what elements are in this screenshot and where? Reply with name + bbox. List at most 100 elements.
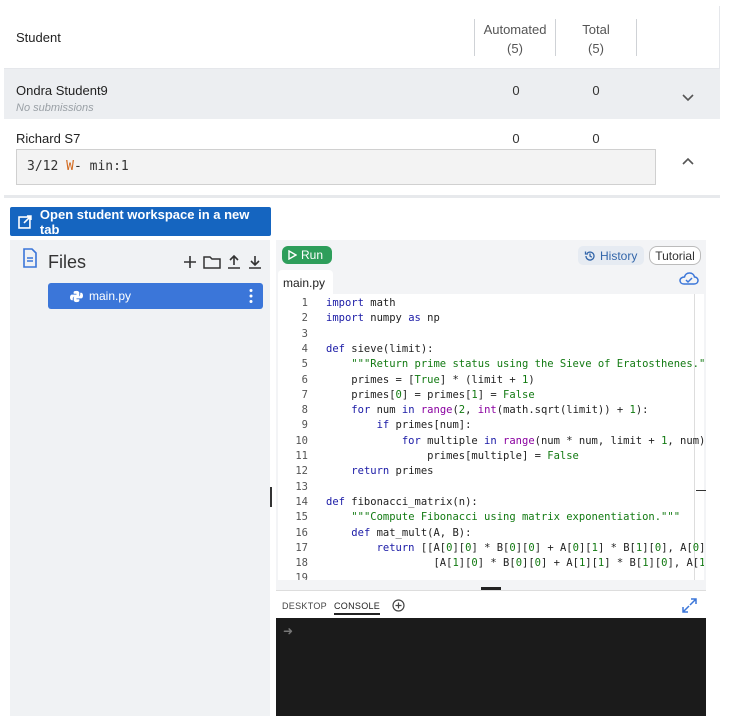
line-number: 7: [301, 388, 308, 401]
column-header-total[interactable]: Total (5): [556, 20, 636, 58]
line-number: 4: [301, 342, 308, 355]
student-name: Richard S7: [16, 131, 81, 146]
line-number: 1: [301, 297, 308, 309]
table-row[interactable]: Richard S7 0 0 3/12 W- min:1: [4, 119, 720, 198]
line-number: 14: [295, 495, 308, 508]
open-workspace-label: Open student workspace in a new tab: [39, 206, 250, 237]
history-label: History: [600, 248, 638, 263]
line-text: for multiple in range(num * num, limit +…: [401, 434, 704, 447]
panel-resize-handle[interactable]: [270, 487, 272, 507]
run-button[interactable]: Run: [282, 246, 332, 264]
summary-rest: - min:1: [73, 159, 129, 174]
line-text: return [[A[0][0] * B[0][0] + A[0][1] * B…: [376, 541, 704, 554]
code-line[interactable]: 14 def fibonacci_matrix(n):: [278, 495, 478, 510]
automated-label: Automated: [483, 22, 547, 37]
cloud-sync-icon[interactable]: [679, 271, 699, 287]
total-label: Total: [582, 22, 610, 37]
total-score: 0: [592, 83, 600, 98]
column-header-student[interactable]: Student: [16, 30, 61, 45]
automated-score: 0: [512, 83, 520, 98]
line-text: if primes[num]:: [376, 419, 472, 432]
code-line[interactable]: 19: [278, 571, 326, 580]
line-number: 19: [295, 572, 308, 580]
add-tab-icon[interactable]: [392, 599, 405, 612]
line-text: return primes: [351, 465, 434, 478]
code-line[interactable]: 2 import numpy as np: [278, 311, 440, 326]
automated-count: (5): [507, 41, 523, 56]
more-options-icon[interactable]: [249, 288, 253, 304]
editor-area: Run History Tutorial main.py 1 import mat…: [276, 240, 706, 590]
line-text: import math: [326, 297, 396, 309]
code-line[interactable]: 6 primes = [True] * (limit + 1): [278, 373, 535, 388]
line-number: 3: [301, 327, 308, 340]
tab-main-py[interactable]: main.py: [278, 270, 333, 294]
upload-icon[interactable]: [226, 254, 242, 270]
code-line[interactable]: 12 return primes: [278, 464, 434, 479]
code-line[interactable]: 5 """Return prime status using the Sieve…: [278, 357, 704, 372]
code-line[interactable]: 11 primes[multiple] = False: [278, 449, 579, 464]
code-line[interactable]: 18 [A[1][0] * B[0][0] + A[1][1] * B[1][0…: [278, 556, 704, 571]
line-number: 5: [301, 358, 308, 371]
table-header: Student Automated (5) Total (5): [4, 6, 720, 69]
grading-table: Student Automated (5) Total (5) Ondra St…: [4, 6, 720, 198]
file-doc-icon: [23, 248, 37, 268]
line-text: primes[0] = primes[1] = False: [326, 388, 535, 401]
line-number: 17: [295, 541, 308, 554]
code-line[interactable]: 4 def sieve(limit):: [278, 342, 434, 357]
file-name: main.py: [89, 289, 132, 303]
chevron-down-icon[interactable]: [680, 89, 696, 105]
table-row[interactable]: Ondra Student9 No submissions 0 0: [4, 69, 720, 119]
run-label: Run: [301, 248, 324, 262]
summary-prefix: 3/12: [27, 159, 67, 174]
column-header-automated[interactable]: Automated (5): [475, 20, 555, 58]
column-divider: [636, 19, 637, 56]
tab-desktop[interactable]: DESKTOP: [282, 601, 327, 611]
total-score: 0: [592, 131, 600, 146]
code-line[interactable]: 13: [278, 480, 326, 495]
open-workspace-button[interactable]: Open student workspace in a new tab: [10, 206, 271, 237]
files-toolbar: [182, 254, 263, 270]
code-line[interactable]: 3: [278, 327, 326, 342]
code-line[interactable]: 10 for multiple in range(num * num, limi…: [278, 434, 704, 449]
download-icon[interactable]: [247, 254, 263, 270]
code-line[interactable]: 7 primes[0] = primes[1] = False: [278, 388, 535, 403]
line-text: [A[1][0] * B[0][0] + A[1][1] * B[1][0], …: [326, 557, 704, 570]
history-icon: [584, 250, 595, 261]
line-text: """Return prime status using the Sieve o…: [351, 358, 704, 371]
add-file-icon[interactable]: [182, 254, 198, 270]
python-icon: [70, 290, 83, 302]
console-header: DESKTOP CONSOLE: [276, 590, 706, 618]
line-text: primes = [True] * (limit + 1): [326, 373, 535, 386]
files-title: Files: [48, 252, 87, 272]
automated-score: 0: [512, 131, 520, 146]
line-text: def fibonacci_matrix(n):: [326, 495, 478, 508]
new-folder-icon[interactable]: [203, 254, 221, 270]
history-button[interactable]: History: [578, 246, 644, 265]
line-text: primes[multiple] = False: [326, 450, 579, 462]
code-editor[interactable]: 1 import math 2 import numpy as np 3 4 def sie…: [278, 294, 704, 580]
code-line[interactable]: 1 import math: [278, 296, 396, 311]
code-line[interactable]: 17 return [[A[0][0] * B[0][0] + A[0][1] …: [278, 541, 704, 556]
line-text: """Compute Fibonacci using matrix expone…: [351, 511, 681, 524]
submission-summary: 3/12 W- min:1: [16, 149, 656, 185]
line-number: 12: [295, 465, 308, 478]
code-line[interactable]: 9 if primes[num]:: [278, 418, 472, 433]
page: Student Automated (5) Total (5) Ondra St…: [0, 0, 737, 716]
expand-icon[interactable]: [682, 598, 697, 613]
line-number: 2: [301, 312, 308, 325]
code-line[interactable]: 8 for num in range(2, int(math.sqrt(limi…: [278, 403, 649, 418]
file-item-main-py[interactable]: main.py: [48, 283, 263, 309]
code-line[interactable]: 15 """Compute Fibonacci using matrix exp…: [278, 510, 680, 525]
line-number: 18: [295, 557, 308, 570]
editor-ruler: [696, 490, 706, 491]
chevron-up-icon[interactable]: [680, 153, 696, 169]
tab-console[interactable]: CONSOLE: [334, 601, 381, 615]
code-line[interactable]: 16 def mat_mult(A, B):: [278, 526, 471, 541]
line-number: 11: [295, 450, 308, 462]
files-panel: Files main.py: [10, 240, 270, 716]
line-number: 10: [295, 434, 308, 447]
console-terminal[interactable]: ➜: [276, 618, 706, 716]
summary-mark: W: [66, 159, 74, 174]
tutorial-button[interactable]: Tutorial: [649, 246, 701, 265]
total-count: (5): [588, 41, 604, 56]
